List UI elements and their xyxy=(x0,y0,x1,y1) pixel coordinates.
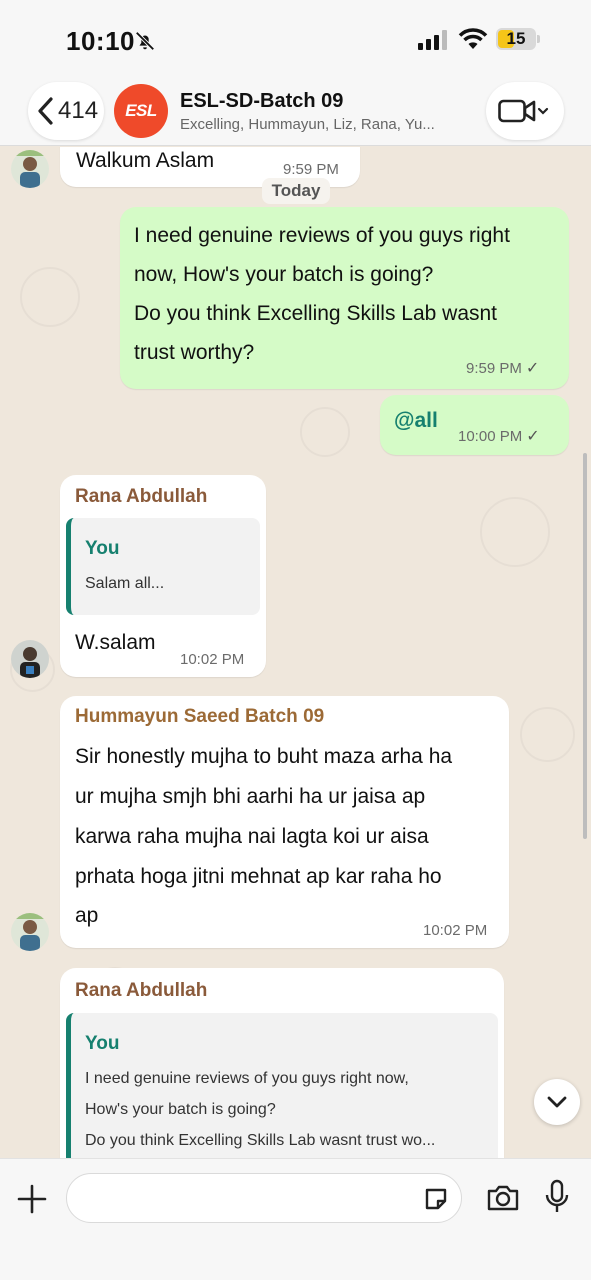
group-members[interactable]: Excelling, Hummayun, Liz, Rana, Yu... xyxy=(180,116,480,133)
battery-level: 15 xyxy=(506,29,526,48)
incoming-message[interactable]: Hummayun Saeed Batch 09 Sir honestly muj… xyxy=(60,696,509,948)
check-icon: ✓ xyxy=(526,428,540,445)
camera-icon[interactable] xyxy=(486,1183,520,1213)
chat-area[interactable]: Walkum Aslam 9:59 PM Today I need genuin… xyxy=(0,147,591,1158)
message-text: W.salam xyxy=(75,631,156,654)
message-input[interactable] xyxy=(83,1182,413,1216)
outgoing-message[interactable]: @all 10:00 PM ✓ xyxy=(380,395,569,455)
back-button[interactable]: 414 xyxy=(28,82,104,140)
group-name[interactable]: ESL-SD-Batch 09 xyxy=(180,90,343,113)
message-line: now, How's your batch is going? xyxy=(134,263,434,286)
avatar[interactable] xyxy=(11,150,49,188)
quote-author: You xyxy=(85,1033,120,1054)
quote-author: You xyxy=(85,538,120,559)
message-time: 10:02 PM xyxy=(423,922,488,939)
message-time: 9:59 PM xyxy=(283,161,339,178)
quote-text: Salam all... xyxy=(85,575,165,592)
message-time: 10:02 PM xyxy=(180,651,245,668)
quote-text: I need genuine reviews of you guys right… xyxy=(85,1070,409,1087)
status-bar: 10:10 15 xyxy=(0,0,591,78)
message-line: I need genuine reviews of you guys right xyxy=(134,224,510,247)
scroll-to-bottom-button[interactable] xyxy=(534,1079,580,1125)
message-line: trust worthy? xyxy=(134,341,255,364)
message-line: ur mujha smjh bhi aarhi ha ur jaisa ap xyxy=(75,785,426,808)
sender-name[interactable]: Rana Abdullah xyxy=(75,980,207,1002)
quoted-message[interactable]: You Salam all... xyxy=(66,518,260,615)
sticker-icon[interactable] xyxy=(423,1186,449,1212)
avatar[interactable] xyxy=(11,913,49,951)
video-call-button[interactable] xyxy=(486,82,564,140)
incoming-message[interactable]: Rana Abdullah You Salam all... W.salam 1… xyxy=(60,475,266,677)
message-text: Walkum Aslam xyxy=(76,149,215,172)
message-line: ap xyxy=(75,904,99,927)
composer-bar xyxy=(0,1158,591,1280)
scrollbar[interactable] xyxy=(583,453,587,839)
message-time: 10:00 PM xyxy=(458,428,523,445)
check-icon: ✓ xyxy=(525,360,540,377)
message-line: Sir honestly mujha to buht maza arha ha xyxy=(75,745,453,768)
sender-name[interactable]: Rana Abdullah xyxy=(75,486,207,508)
message-line: karwa raha mujha nai lagta koi ur aisa xyxy=(75,825,429,848)
message-meta: 9:59 PM ✓ xyxy=(466,358,539,378)
mic-icon[interactable] xyxy=(544,1179,570,1215)
outgoing-message[interactable]: I need genuine reviews of you guys right… xyxy=(120,207,569,389)
chevron-left-icon xyxy=(38,97,53,125)
plus-icon[interactable] xyxy=(16,1183,48,1215)
quote-text: How's your batch is going? xyxy=(85,1101,276,1118)
chevron-down-icon xyxy=(547,1096,567,1108)
message-line: prhata hoga jitni mehnat ap kar raha ho xyxy=(75,865,442,888)
quote-text: Do you think Excelling Skills Lab wasnt … xyxy=(85,1132,436,1149)
video-icon xyxy=(498,99,549,123)
message-time: 9:59 PM xyxy=(466,360,522,377)
bell-off-icon xyxy=(135,31,155,51)
battery-icon: 15 xyxy=(496,28,540,50)
message-text: @all xyxy=(394,409,438,432)
sender-name[interactable]: Hummayun Saeed Batch 09 xyxy=(75,706,324,728)
avatar[interactable] xyxy=(11,640,49,678)
status-time: 10:10 xyxy=(66,26,135,56)
incoming-message[interactable]: Rana Abdullah You I need genuine reviews… xyxy=(60,968,504,1158)
chat-header: 414 ESL ESL-SD-Batch 09 Excelling, Humma… xyxy=(0,78,591,146)
wifi-icon xyxy=(458,28,488,49)
message-meta: 10:00 PM ✓ xyxy=(458,426,540,446)
date-separator: Today xyxy=(262,178,330,204)
message-line: Do you think Excelling Skills Lab wasnt xyxy=(134,302,498,325)
signal-icon xyxy=(418,30,447,50)
unread-count: 414 xyxy=(58,97,99,124)
quoted-message[interactable]: You I need genuine reviews of you guys r… xyxy=(66,1013,498,1158)
group-avatar[interactable]: ESL xyxy=(114,84,168,138)
message-input-container[interactable] xyxy=(66,1173,462,1223)
